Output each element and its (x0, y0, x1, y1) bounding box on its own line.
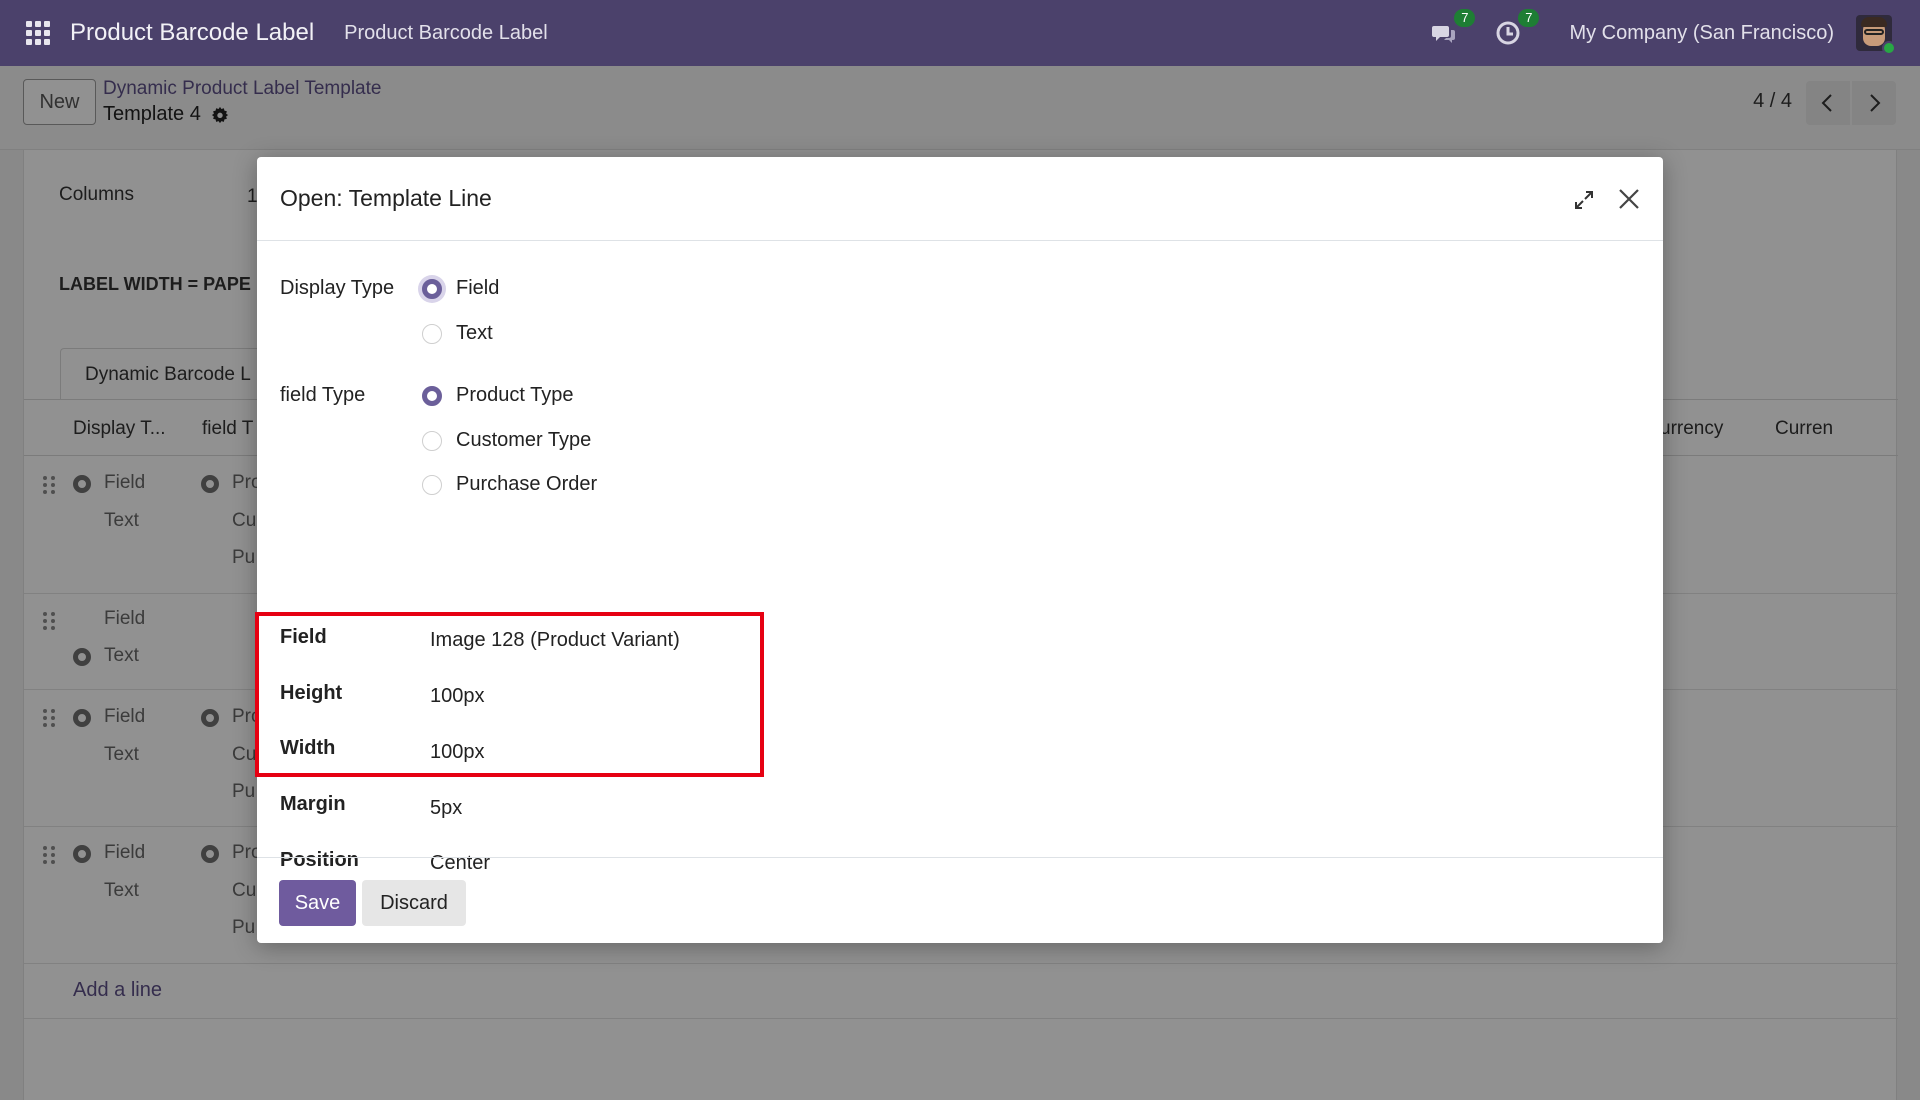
margin-value[interactable]: 5px (430, 797, 462, 820)
display-type-option-field[interactable]: Field (422, 277, 499, 300)
field-type-option-customer[interactable]: Customer Type (422, 429, 591, 452)
chat-bubbles-icon (1432, 26, 1456, 43)
radio-selected-icon[interactable] (422, 278, 442, 299)
dialog-title: Open: Template Line (280, 185, 492, 211)
apps-menu-icon[interactable] (26, 21, 50, 45)
radio-selected-icon[interactable] (422, 385, 442, 406)
app-title[interactable]: Product Barcode Label (70, 19, 314, 47)
option-label: Customer Type (456, 429, 592, 451)
messages-button[interactable]: 7 (1429, 9, 1476, 48)
messages-count-badge: 7 (1454, 9, 1476, 27)
company-switcher[interactable]: My Company (San Francisco) (1569, 22, 1834, 45)
display-type-label: Display Type (280, 277, 395, 299)
dialog-footer: Save Discard (257, 857, 1663, 943)
online-status-dot (1882, 41, 1896, 55)
user-avatar[interactable] (1856, 15, 1896, 55)
field-type-option-product[interactable]: Product Type (422, 384, 573, 407)
activities-count-badge: 7 (1518, 9, 1540, 27)
option-label: Text (456, 322, 493, 344)
close-icon[interactable] (1615, 185, 1643, 213)
field-type-option-purchase[interactable]: Purchase Order (422, 473, 597, 496)
template-line-dialog: Open: Template Line Display Type Field T… (255, 157, 1663, 943)
expand-icon[interactable] (1573, 189, 1595, 211)
radio-unselected-icon[interactable] (422, 323, 442, 344)
margin-label: Margin (280, 793, 346, 815)
dialog-header: Open: Template Line (257, 157, 1663, 241)
save-button[interactable]: Save (279, 880, 356, 926)
highlight-annotation-box (255, 612, 764, 777)
clock-icon (1496, 21, 1520, 45)
navbar-systray: 7 7 My Company (San Francisco) (1429, 0, 1920, 66)
option-label: Product Type (456, 384, 574, 406)
discard-button[interactable]: Discard (362, 880, 466, 926)
menu-product-barcode-label[interactable]: Product Barcode Label (344, 22, 547, 45)
display-type-option-text[interactable]: Text (422, 322, 493, 345)
field-type-label: field Type (280, 384, 366, 406)
radio-unselected-icon[interactable] (422, 474, 442, 495)
dialog-body: Display Type Field Text field Type Produ… (255, 241, 1663, 874)
top-navbar: Product Barcode Label Product Barcode La… (0, 0, 1920, 66)
option-label: Field (456, 277, 500, 299)
radio-unselected-icon[interactable] (422, 430, 442, 451)
option-label: Purchase Order (456, 473, 598, 495)
activities-button[interactable]: 7 (1493, 9, 1540, 48)
